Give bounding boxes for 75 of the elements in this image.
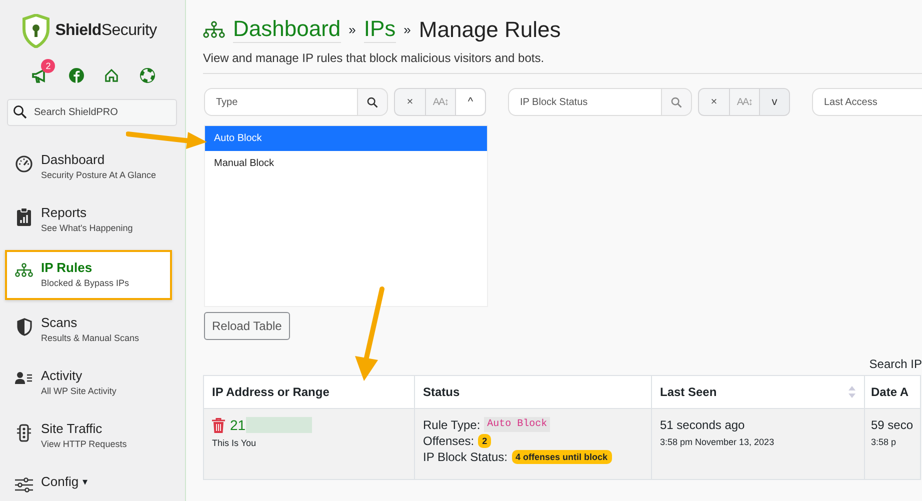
nav-title: Site Traffic bbox=[41, 421, 102, 436]
clear-button[interactable]: × bbox=[395, 89, 425, 115]
offenses-badge: 2 bbox=[478, 434, 492, 448]
filter-field[interactable]: Last Access bbox=[812, 88, 922, 116]
nav-item[interactable]: IP Rules Blocked & Bypass IPs bbox=[5, 250, 172, 300]
expand-toggle-button[interactable]: v bbox=[759, 89, 789, 115]
nav-subtitle: Security Posture At A Glance bbox=[41, 170, 156, 180]
search-icon bbox=[671, 96, 682, 108]
nav-title: Reports bbox=[41, 205, 87, 220]
nav-item[interactable]: Site Traffic View HTTP Requests bbox=[0, 413, 185, 459]
person-list-icon bbox=[15, 371, 33, 385]
breadcrumb-separator: » bbox=[348, 22, 356, 37]
nav-subtitle: View HTTP Requests bbox=[41, 439, 127, 449]
ip-note: This Is You bbox=[212, 438, 258, 448]
nav-title: Activity bbox=[41, 368, 82, 383]
list-option[interactable]: Manual Block bbox=[205, 151, 487, 176]
column-header[interactable]: Date A bbox=[864, 376, 920, 408]
block-status-badge: 4 offenses until block bbox=[512, 450, 612, 464]
last-seen-text: 51 seconds ago bbox=[660, 418, 746, 432]
traffic-light-icon bbox=[17, 424, 31, 442]
filter-field[interactable]: IP Block Status bbox=[508, 88, 661, 116]
breadcrumb-separator: » bbox=[404, 22, 411, 37]
column-header[interactable]: Last Seen bbox=[652, 376, 864, 408]
clear-button[interactable]: × bbox=[699, 89, 729, 115]
search-icon bbox=[367, 96, 378, 108]
notification-badge: 2 bbox=[41, 58, 56, 72]
nav-title: IP Rules bbox=[41, 260, 92, 275]
network-icon bbox=[15, 263, 33, 277]
list-option[interactable]: Auto Block bbox=[205, 126, 487, 151]
nav-item[interactable]: Dashboard Security Posture At A Glance bbox=[0, 144, 185, 190]
nav-item[interactable]: Scans Results & Manual Scans bbox=[0, 307, 185, 353]
redaction-block bbox=[246, 417, 312, 433]
nav-subtitle: See What's Happening bbox=[41, 223, 133, 233]
field-label: Rule Type: bbox=[423, 418, 480, 432]
nav-title: Scans bbox=[41, 315, 78, 330]
clipboard-chart-icon bbox=[17, 208, 31, 226]
shield-logo-icon bbox=[22, 14, 50, 48]
caret-icon: ▾ bbox=[82, 476, 88, 488]
date-added-text: 59 seco bbox=[871, 418, 914, 432]
page-description: View and manage IP rules that block malicious visitors and bots. bbox=[203, 51, 546, 65]
reload-table-button[interactable]: Reload Table bbox=[204, 312, 290, 340]
nav-subtitle: Blocked & Bypass IPs bbox=[41, 278, 130, 288]
date-added-date: 3:58 p bbox=[871, 437, 898, 447]
search-label: Search IP bbox=[869, 357, 922, 373]
lifebuoy-icon[interactable] bbox=[140, 68, 155, 83]
trash-icon[interactable] bbox=[212, 418, 225, 432]
gauge-icon bbox=[15, 155, 33, 173]
sliders-icon bbox=[15, 477, 33, 493]
brand-name: ShieldSecurity bbox=[55, 22, 157, 40]
network-icon bbox=[203, 21, 225, 38]
nav-title: Dashboard bbox=[41, 152, 105, 167]
last-seen-date: 3:58 pm November 13, 2023 bbox=[660, 437, 776, 447]
search-button[interactable] bbox=[357, 88, 388, 116]
ip-address-link[interactable]: 21 bbox=[230, 417, 246, 433]
breadcrumb-link[interactable]: IPs bbox=[364, 16, 396, 43]
search-icon bbox=[13, 105, 27, 119]
column-header[interactable]: Status bbox=[414, 376, 652, 408]
expand-toggle-button[interactable]: ^ bbox=[455, 89, 485, 115]
field-label: Offenses: bbox=[423, 434, 474, 448]
home-icon[interactable] bbox=[104, 68, 120, 83]
search-field[interactable]: Search ShieldPRO bbox=[7, 99, 177, 126]
nav-item[interactable]: Reports See What's Happening bbox=[0, 197, 185, 243]
filter-field[interactable]: Type bbox=[204, 88, 357, 116]
nav-subtitle: All WP Site Activity bbox=[41, 386, 116, 396]
nav-item[interactable]: Config ▾ bbox=[0, 466, 185, 501]
nav-subtitle: Results & Manual Scans bbox=[41, 333, 140, 343]
rule-type-code: Auto Block bbox=[484, 417, 550, 432]
facebook-icon[interactable] bbox=[68, 68, 84, 83]
field-label: IP Block Status: bbox=[423, 450, 508, 464]
breadcrumb-link[interactable]: Dashboard bbox=[233, 16, 341, 43]
page-title: Manage Rules bbox=[418, 16, 561, 42]
nav-item[interactable]: Activity All WP Site Activity bbox=[0, 360, 185, 406]
nav-title: Config bbox=[41, 474, 79, 489]
shield-icon bbox=[16, 318, 32, 336]
column-header[interactable]: IP Address or Range bbox=[204, 376, 414, 408]
